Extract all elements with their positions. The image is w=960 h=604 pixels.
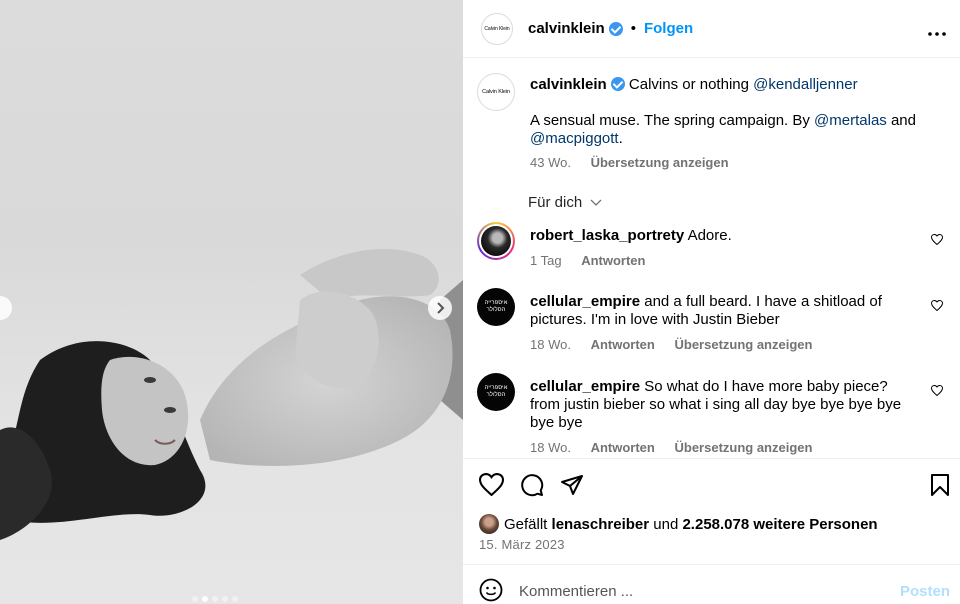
avatar-text: איספרייה הסלולר bbox=[484, 300, 508, 313]
separator-bullet: • bbox=[630, 20, 636, 37]
like-heart-icon[interactable] bbox=[478, 473, 505, 501]
action-icons bbox=[478, 473, 584, 501]
next-arrow[interactable] bbox=[428, 296, 452, 320]
carousel-dot[interactable] bbox=[232, 596, 238, 602]
chevron-right-icon bbox=[437, 302, 445, 314]
comment-text: cellular_empire and a full beard. I have… bbox=[530, 293, 920, 354]
reply-button[interactable]: Antworten bbox=[591, 440, 655, 455]
carousel-dot[interactable] bbox=[192, 596, 198, 602]
save-bookmark-icon[interactable] bbox=[930, 473, 950, 501]
caption-line2: A sensual muse. The spring campaign. By bbox=[530, 112, 810, 129]
likes-prefix: Gefällt bbox=[504, 515, 548, 533]
reply-button[interactable]: Antworten bbox=[581, 253, 645, 268]
caption-age: 43 Wo. bbox=[530, 155, 571, 170]
caption-username[interactable]: calvinklein bbox=[530, 76, 607, 93]
sort-label: Für dich bbox=[528, 194, 583, 211]
comment-username[interactable]: cellular_empire bbox=[530, 378, 640, 395]
comment-avatar[interactable] bbox=[477, 222, 515, 260]
carousel-dots bbox=[192, 596, 238, 602]
post-panel: Calvin Klein calvinklein • Folgen Calvin… bbox=[463, 0, 960, 604]
comment-age: 18 Wo. bbox=[530, 337, 571, 352]
comment-meta: 1 Tag Antworten bbox=[530, 252, 920, 270]
comment-username[interactable]: cellular_empire bbox=[530, 293, 640, 310]
post-date: 15. März 2023 bbox=[479, 537, 565, 552]
carousel-dot[interactable] bbox=[212, 596, 218, 602]
liker-username[interactable]: lenaschreiber bbox=[552, 516, 650, 533]
avatar-text: איספרייה הסלולר bbox=[484, 385, 508, 398]
translate-button[interactable]: Übersetzung anzeigen bbox=[674, 440, 812, 455]
like-comment-heart-icon[interactable] bbox=[930, 298, 944, 315]
comment-text: cellular_empire So what do I have more b… bbox=[530, 378, 920, 457]
caption-avatar[interactable]: Calvin Klein bbox=[477, 73, 515, 111]
comment-text: robert_laska_portrety Adore. 1 Tag Antwo… bbox=[530, 227, 920, 270]
comment-body: Adore. bbox=[687, 227, 732, 244]
post-actions: Gefällt lenaschreiber und 2.258.078 weit… bbox=[463, 458, 960, 564]
mention-link[interactable]: @kendalljenner bbox=[753, 76, 857, 93]
more-options-icon[interactable] bbox=[928, 19, 946, 42]
caption-meta: 43 Wo. Übersetzung anzeigen bbox=[530, 154, 950, 172]
chevron-down-icon bbox=[590, 199, 602, 206]
comment-input[interactable] bbox=[519, 583, 879, 600]
profile-avatar[interactable]: Calvin Klein bbox=[481, 12, 513, 45]
liker-avatar[interactable] bbox=[479, 514, 499, 534]
reply-button[interactable]: Antworten bbox=[591, 337, 655, 352]
likes-count[interactable]: 2.258.078 weitere Personen bbox=[682, 516, 877, 533]
like-comment-heart-icon[interactable] bbox=[930, 232, 944, 249]
post-header: Calvin Klein calvinklein • Folgen bbox=[463, 0, 960, 58]
logo-text: Calvin Klein bbox=[482, 89, 510, 95]
comment-username[interactable]: robert_laska_portrety bbox=[530, 227, 684, 244]
mention-link[interactable]: @mertalas bbox=[814, 112, 887, 129]
post-photo bbox=[0, 248, 463, 540]
comment-age: 1 Tag bbox=[530, 253, 562, 268]
likes-and: und bbox=[653, 515, 679, 533]
comment-meta: 18 Wo. Antworten Übersetzung anzeigen bbox=[530, 336, 920, 354]
carousel-dot[interactable] bbox=[222, 596, 228, 602]
follow-button[interactable]: Folgen bbox=[644, 20, 693, 37]
carousel-dot-active[interactable] bbox=[202, 596, 208, 602]
translate-button[interactable]: Übersetzung anzeigen bbox=[591, 155, 729, 170]
verified-badge-icon bbox=[610, 77, 625, 91]
comment-age: 18 Wo. bbox=[530, 440, 571, 455]
caption-and: and bbox=[890, 112, 916, 129]
likes-summary: Gefällt lenaschreiber und 2.258.078 weit… bbox=[479, 514, 878, 534]
mention-link[interactable]: @macpiggott bbox=[530, 130, 619, 147]
post-button[interactable]: Posten bbox=[900, 583, 950, 600]
emoji-smiley-icon[interactable] bbox=[479, 578, 503, 604]
verified-badge-icon bbox=[608, 21, 623, 36]
logo-text: Calvin Klein bbox=[484, 25, 510, 32]
header-username[interactable]: calvinklein bbox=[528, 20, 605, 37]
caption-text: calvinklein Calvins or nothing @kendallj… bbox=[530, 76, 950, 172]
caption-line1: Calvins or nothing bbox=[628, 76, 749, 93]
comment-composer: Posten bbox=[463, 564, 960, 604]
comment-meta: 18 Wo. Antworten Übersetzung anzeigen bbox=[530, 439, 920, 457]
comment-bubble-icon[interactable] bbox=[520, 473, 544, 501]
share-send-icon[interactable] bbox=[560, 473, 584, 501]
like-comment-heart-icon[interactable] bbox=[930, 383, 944, 400]
comment-avatar[interactable]: איספרייה הסלולר bbox=[477, 288, 515, 326]
caption-period: . bbox=[618, 130, 623, 147]
post-media[interactable] bbox=[0, 0, 463, 604]
translate-button[interactable]: Übersetzung anzeigen bbox=[674, 337, 812, 352]
comment-avatar[interactable]: איספרייה הסלולר bbox=[477, 373, 515, 411]
comments-section[interactable]: Calvin Klein calvinklein Calvins or noth… bbox=[463, 59, 960, 457]
sort-dropdown[interactable]: Für dich bbox=[528, 194, 602, 211]
